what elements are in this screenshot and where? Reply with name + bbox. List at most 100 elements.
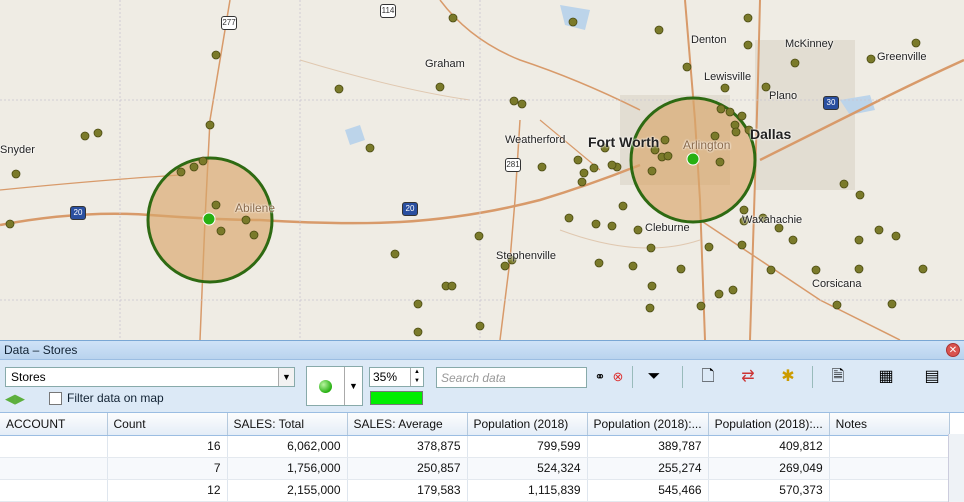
table-cell[interactable]: 6,062,000: [227, 435, 348, 458]
store-point[interactable]: [594, 258, 604, 268]
layer-select[interactable]: Stores ▼: [5, 367, 295, 387]
filter-checkbox[interactable]: [49, 392, 62, 405]
nav-arrows[interactable]: ◀▶: [5, 391, 25, 407]
store-point[interactable]: [737, 240, 747, 250]
table-cell[interactable]: 409,812: [708, 435, 830, 458]
close-icon[interactable]: ✕: [946, 343, 960, 357]
document-edit-icon[interactable]: 🗎: [826, 365, 850, 389]
opacity-color-bar[interactable]: [370, 391, 423, 405]
table-cell[interactable]: 255,274: [587, 457, 709, 480]
store-point[interactable]: [646, 243, 656, 253]
table-cell[interactable]: 378,875: [347, 435, 468, 458]
store-point[interactable]: [866, 54, 876, 64]
column-header[interactable]: SALES: Average: [347, 413, 468, 436]
store-point[interactable]: [728, 285, 738, 295]
store-point[interactable]: [564, 213, 574, 223]
store-point[interactable]: [334, 84, 344, 94]
store-point[interactable]: [413, 327, 423, 337]
table-cell[interactable]: [0, 435, 108, 458]
store-point[interactable]: [790, 58, 800, 68]
store-point[interactable]: [589, 163, 599, 173]
store-point[interactable]: [887, 299, 897, 309]
store-point[interactable]: [660, 135, 670, 145]
store-point[interactable]: [663, 151, 673, 161]
store-point[interactable]: [93, 128, 103, 138]
table-cell[interactable]: 570,373: [708, 479, 830, 502]
store-point[interactable]: [517, 99, 527, 109]
store-point[interactable]: [716, 104, 726, 114]
store-point[interactable]: [731, 127, 741, 137]
store-point[interactable]: [874, 225, 884, 235]
store-point[interactable]: [189, 162, 199, 172]
column-header[interactable]: Count: [107, 413, 228, 436]
store-point[interactable]: [390, 249, 400, 259]
store-point[interactable]: [11, 169, 21, 179]
clear-search-icon[interactable]: ⊗: [606, 365, 630, 389]
store-point[interactable]: [704, 242, 714, 252]
store-point[interactable]: [647, 281, 657, 291]
column-header[interactable]: Population (2018):...: [587, 413, 709, 436]
store-point[interactable]: [911, 38, 921, 48]
store-point[interactable]: [737, 111, 747, 121]
save-table-icon[interactable]: ▤: [920, 365, 944, 389]
vertical-scrollbar[interactable]: [948, 434, 964, 502]
store-point[interactable]: [766, 265, 776, 275]
table-cell[interactable]: [829, 435, 950, 458]
table-cell[interactable]: 545,466: [587, 479, 709, 502]
table-cell[interactable]: 16: [107, 435, 228, 458]
search-input[interactable]: [436, 367, 587, 388]
store-point[interactable]: [474, 231, 484, 241]
store-point[interactable]: [696, 301, 706, 311]
opacity-spinner[interactable]: 35% ▲ ▼: [369, 367, 424, 387]
store-point[interactable]: [241, 215, 251, 225]
store-point[interactable]: [579, 168, 589, 178]
table-cell[interactable]: [829, 457, 950, 480]
store-point[interactable]: [448, 13, 458, 23]
table-cell[interactable]: 179,583: [347, 479, 468, 502]
table-cell[interactable]: 524,324: [467, 457, 588, 480]
table-cell[interactable]: 389,787: [587, 435, 709, 458]
column-header[interactable]: Population (2018): [467, 413, 588, 436]
store-point[interactable]: [216, 226, 226, 236]
table-cell[interactable]: 1,756,000: [227, 457, 348, 480]
table-cell[interactable]: [0, 479, 108, 502]
store-point[interactable]: [682, 62, 692, 72]
map-view[interactable]: Denton McKinney Greenville Graham Lewisville…: [0, 0, 964, 340]
store-point[interactable]: [249, 230, 259, 240]
store-point[interactable]: [205, 120, 215, 130]
store-point[interactable]: [211, 50, 221, 60]
store-point[interactable]: [435, 82, 445, 92]
store-point[interactable]: [714, 289, 724, 299]
store-point[interactable]: [725, 107, 735, 117]
table-cell[interactable]: 7: [107, 457, 228, 480]
store-point[interactable]: [855, 190, 865, 200]
store-point[interactable]: [537, 162, 547, 172]
store-point[interactable]: [577, 177, 587, 187]
table-cell[interactable]: 1,115,839: [467, 479, 588, 502]
store-point[interactable]: [447, 281, 457, 291]
column-header[interactable]: SALES: Total: [227, 413, 348, 436]
store-point[interactable]: [413, 299, 423, 309]
store-point[interactable]: [654, 25, 664, 35]
table-cell[interactable]: 269,049: [708, 457, 830, 480]
back-arrow-icon[interactable]: ◀: [5, 391, 15, 406]
chevron-down-icon[interactable]: ▼: [344, 367, 362, 405]
store-point[interactable]: [628, 261, 638, 271]
store-point[interactable]: [676, 264, 686, 274]
store-point[interactable]: [739, 205, 749, 215]
store-point[interactable]: [720, 83, 730, 93]
store-point[interactable]: [839, 179, 849, 189]
store-point[interactable]: [715, 157, 725, 167]
store-point[interactable]: [568, 17, 578, 27]
table-cell[interactable]: [0, 457, 108, 480]
funnel-filter-icon[interactable]: ⏷: [642, 365, 666, 389]
table-row[interactable]: 12 2,155,000 179,583 1,115,839 545,466 570,37…: [0, 479, 950, 502]
forward-arrow-icon[interactable]: ▶: [15, 391, 25, 406]
store-point[interactable]: [618, 201, 628, 211]
store-point[interactable]: [500, 261, 510, 271]
store-point[interactable]: [607, 160, 617, 170]
table-cell[interactable]: [829, 479, 950, 502]
table-cell[interactable]: 2,155,000: [227, 479, 348, 502]
table-cell[interactable]: 12: [107, 479, 228, 502]
store-point[interactable]: [891, 231, 901, 241]
